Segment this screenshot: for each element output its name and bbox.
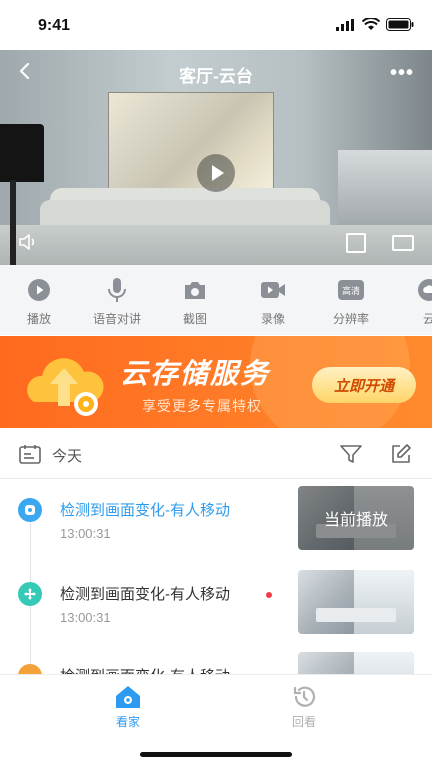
tool-label: 截图	[182, 312, 207, 326]
tab-label: 看家	[115, 715, 140, 729]
event-thumbnail[interactable]	[298, 570, 414, 634]
camera-icon	[182, 277, 208, 303]
resolution-icon: 高清	[338, 277, 364, 303]
tool-label: 云	[422, 312, 432, 326]
tool-intercom[interactable]: 语音对讲	[78, 265, 156, 335]
tool-record[interactable]: 录像	[234, 265, 312, 335]
now-playing-label: 当前播放	[298, 486, 414, 550]
event-title: 检测到画面变化-有人移动	[60, 502, 230, 519]
tool-label: 分辨率	[332, 312, 369, 326]
video-player[interactable]: 客厅-云台 •••	[0, 50, 432, 265]
more-button[interactable]: •••	[390, 62, 414, 85]
divider	[0, 478, 432, 479]
person-icon	[18, 498, 42, 522]
house-icon	[116, 686, 140, 708]
event-thumbnail[interactable]: 当前播放	[298, 486, 414, 550]
control-toolbar: 播放 语音对讲 截图 录像 高清 分辨率 云	[0, 265, 432, 335]
fullscreen-icon[interactable]	[392, 235, 414, 251]
scene-painting	[108, 92, 274, 192]
edit-icon[interactable]	[390, 443, 412, 465]
wifi-icon	[362, 18, 380, 30]
tab-label: 回看	[291, 715, 316, 729]
tab-playback[interactable]: 回看	[254, 685, 354, 730]
tool-resolution[interactable]: 高清 分辨率	[312, 265, 390, 335]
pip-icon[interactable]	[346, 233, 366, 253]
microphone-icon	[104, 277, 130, 303]
event-item[interactable]: 检测到画面变化-有人移动 13:00:31	[0, 570, 432, 652]
scene-floor	[0, 225, 432, 265]
date-filter-row: 今天	[0, 432, 432, 476]
tool-screenshot[interactable]: 截图	[156, 265, 234, 335]
unread-dot	[266, 592, 272, 598]
status-icons	[336, 18, 414, 31]
status-bar: 9:41	[0, 0, 432, 50]
event-time: 13:00:31	[60, 610, 111, 625]
page-title: 客厅-云台	[179, 67, 253, 86]
video-record-icon	[260, 277, 286, 303]
tab-home[interactable]: 看家	[78, 685, 178, 730]
cloud-upload-icon	[27, 358, 104, 416]
thumb-table	[316, 608, 396, 622]
cloud-storage-banner[interactable]: 云存储服务 享受更多专属特权 立即开通	[0, 336, 432, 428]
scene-lamp-stand	[10, 180, 16, 265]
signal-icon	[336, 18, 354, 31]
tool-cloud[interactable]: 云	[390, 265, 432, 335]
tool-label: 语音对讲	[92, 312, 141, 326]
battery-icon	[386, 18, 414, 31]
event-item[interactable]: 检测到画面变化-有人移动 13:00:31 当前播放	[0, 486, 432, 568]
video-play-button[interactable]	[197, 154, 235, 192]
calendar-icon[interactable]	[19, 444, 41, 464]
home-indicator	[140, 752, 292, 757]
banner-subtitle: 享受更多专属特权	[142, 398, 262, 414]
scene-lamp	[0, 124, 44, 182]
event-time: 13:00:31	[60, 526, 111, 541]
event-title: 检测到画面变化-有人移动	[60, 586, 230, 603]
volume-icon[interactable]	[18, 233, 40, 251]
move-icon	[18, 582, 42, 606]
tool-label: 录像	[260, 312, 285, 326]
resolution-badge: 高清	[338, 280, 364, 300]
date-label[interactable]: 今天	[52, 445, 82, 466]
cloud-icon	[416, 277, 432, 303]
play-circle-icon	[26, 277, 52, 303]
history-icon	[293, 686, 316, 707]
tool-label: 播放	[26, 312, 51, 326]
subscribe-button[interactable]: 立即开通	[312, 367, 416, 403]
tool-play[interactable]: 播放	[0, 265, 78, 335]
banner-title: 云存储服务	[120, 358, 271, 389]
status-time: 9:41	[38, 17, 71, 34]
filter-icon[interactable]	[340, 444, 362, 464]
thumb-window	[354, 570, 414, 634]
